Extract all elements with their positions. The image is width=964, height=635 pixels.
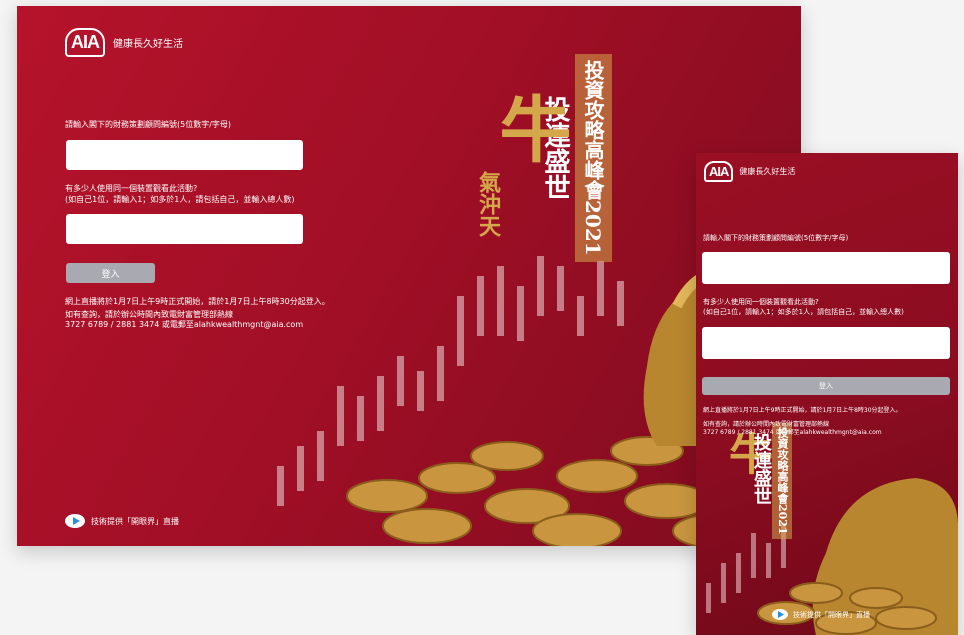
- bull-calligraphy: 牛: [487, 92, 572, 164]
- brand-logo: AIA 健康長久好生活: [65, 28, 183, 57]
- mobile-viewer-count-label-line2: (如自己1位，請輸入1；如多於1人，請包括自己，並輸入總人數): [703, 308, 904, 316]
- advisor-code-input[interactable]: [66, 140, 303, 170]
- viewer-count-label-line2: (如自己1位，請輸入1；如多於1人，請包括自己，並輸入總人數): [65, 195, 295, 204]
- mobile-advisor-code-input[interactable]: [702, 252, 950, 284]
- mobile-provider-text: 技術提供「開眼界」直播: [793, 610, 870, 619]
- brand-tagline: 健康長久好生活: [113, 39, 183, 50]
- broadcast-notice: 網上直播將於1月7日上午9時正式開始，請於1月7日上午8時30分起登入。: [65, 297, 330, 306]
- bull-calligraphy-small: 氣沖天: [475, 171, 501, 237]
- viewer-count-label-line1: 有多少人使用同一個裝置觀看此活動?: [65, 184, 198, 193]
- mobile-headline-text: 投連盛世: [751, 433, 772, 505]
- login-button[interactable]: 登入: [66, 263, 155, 283]
- mobile-brand-logo: AIA 健康長久好生活: [704, 161, 795, 182]
- mobile-brand-tagline: 健康長久好生活: [739, 167, 796, 176]
- aia-logo-icon: AIA: [65, 28, 105, 57]
- mobile-login-screen: 牛 投連盛世 投資攻略高峰會2021 AIA 健康長久好生活 請輸入閣下的財務策…: [696, 153, 958, 635]
- mobile-viewer-count-label-line1: 有多少人使用同一個裝置觀看此活動?: [703, 298, 819, 306]
- provider-text: 技術提供「開眼界」直播: [91, 516, 179, 526]
- viewer-count-label: 有多少人使用同一個裝置觀看此活動? (如自己1位，請輸入1；如多於1人，請包括自…: [65, 183, 295, 205]
- mobile-contact-info: 如有查詢，請於辦公時間內致電財富管理部熱線 3727 6789 / 2881 3…: [703, 421, 882, 437]
- mobile-event-title: 投資攻略高峰會2021: [772, 423, 792, 539]
- mobile-login-button[interactable]: 登入: [702, 377, 950, 395]
- viewer-count-input[interactable]: [66, 214, 303, 244]
- mobile-provider-footer: 技術提供「開眼界」直播: [772, 609, 870, 620]
- mobile-contact-info-line1: 如有查詢，請於辦公時間內致電財富管理部熱線: [703, 421, 830, 428]
- mobile-viewer-count-label: 有多少人使用同一個裝置觀看此活動? (如自己1位，請輸入1；如多於1人，請包括自…: [703, 297, 904, 317]
- contact-info-line2: 3727 6789 / 2881 3474 或電郵至alahkwealthmgn…: [65, 320, 304, 329]
- mobile-aia-logo-icon: AIA: [704, 161, 734, 182]
- provider-footer: 技術提供「開眼界」直播: [65, 514, 179, 528]
- mobile-cloud-play-icon: [772, 609, 788, 620]
- contact-info: 如有查詢，請於辦公時間內致電財富管理部熱線 3727 6789 / 2881 3…: [65, 310, 303, 330]
- desktop-login-screen: 投資攻略高峰會2021 投連盛世 牛 氣沖天 AIA 健康長久好生活 請輸入閣下…: [17, 6, 801, 546]
- mobile-contact-info-line2: 3727 6789 / 2881 3474 或電郵至alahkwealthmgn…: [703, 429, 882, 436]
- mobile-broadcast-notice: 網上直播將於1月7日上午9時正式開始，請於1月7日上午8時30分起登入。: [703, 407, 902, 414]
- advisor-code-label: 請輸入閣下的財務策劃顧問編號(5位數字/字母): [65, 120, 232, 129]
- contact-info-line1: 如有查詢，請於辦公時間內致電財富管理部熱線: [65, 310, 233, 319]
- mobile-advisor-code-label: 請輸入閣下的財務策劃顧問編號(5位數字/字母): [703, 234, 849, 242]
- mobile-viewer-count-input[interactable]: [702, 327, 950, 359]
- cloud-play-icon: [65, 514, 85, 528]
